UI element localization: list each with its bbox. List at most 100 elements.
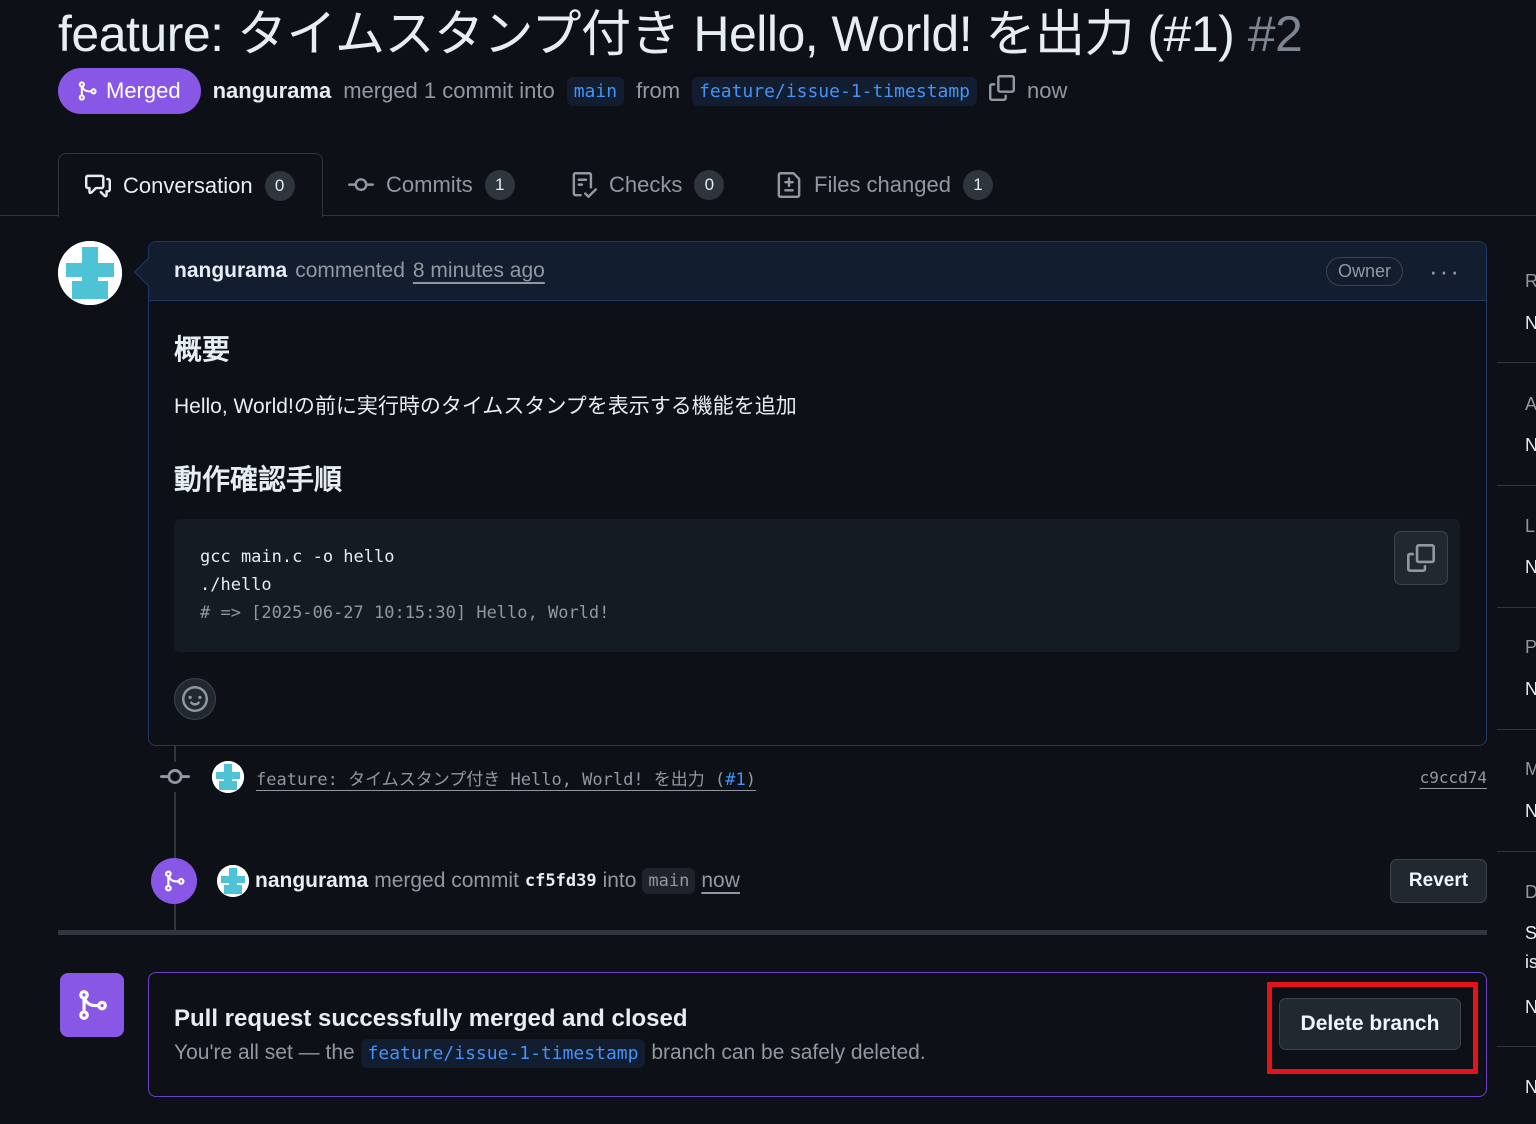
avatar[interactable] bbox=[217, 865, 249, 897]
tab-label: Files changed bbox=[814, 171, 951, 197]
timeline-commit-item: feature: タイムスタンプ付き Hello, World! を出力 (#1… bbox=[160, 757, 1487, 797]
merged-status-icon bbox=[60, 973, 124, 1037]
sidebar-heading-milestone[interactable]: M bbox=[1525, 759, 1536, 780]
merged-state-badge: Merged bbox=[58, 68, 201, 114]
pr-tabs: Conversation 0 Commits 1 Checks 0 Files … bbox=[0, 153, 1536, 217]
merge-branch-link[interactable]: main bbox=[642, 868, 696, 894]
tab-counter: 1 bbox=[484, 169, 515, 200]
sidebar-value: N bbox=[1525, 801, 1536, 821]
sidebar-value: N bbox=[1525, 435, 1536, 455]
timeline-merge-event: nangurama merged commit cf5fd39 into mai… bbox=[151, 857, 1487, 905]
state-label: Merged bbox=[106, 78, 181, 103]
pr-status-row: Merged nangurama merged 1 commit into ma… bbox=[58, 67, 1067, 115]
tab-label: Conversation bbox=[123, 172, 253, 198]
sidebar-heading-assignees[interactable]: A bbox=[1525, 394, 1536, 415]
pr-number: #2 bbox=[1247, 6, 1303, 62]
tab-counter: 1 bbox=[962, 169, 993, 200]
comment-options-button[interactable]: ··· bbox=[1429, 258, 1461, 284]
comment-discussion-icon bbox=[85, 174, 111, 197]
sidebar-value: N bbox=[1525, 997, 1536, 1017]
avatar[interactable] bbox=[212, 761, 244, 793]
tab-label: Commits bbox=[386, 171, 473, 197]
comment-timestamp-link[interactable]: 8 minutes ago bbox=[413, 259, 545, 283]
sidebar-heading-projects[interactable]: P bbox=[1525, 637, 1536, 658]
subtitle-before: You're all set — the bbox=[174, 1041, 355, 1064]
sidebar-divider bbox=[1497, 485, 1536, 486]
sidebar-value: is bbox=[1525, 952, 1536, 972]
file-diff-icon bbox=[777, 171, 801, 198]
sidebar-value: N bbox=[1525, 679, 1536, 699]
base-branch-link[interactable]: main bbox=[566, 76, 625, 106]
tab-label: Checks bbox=[609, 171, 683, 197]
tab-checks[interactable]: Checks 0 bbox=[571, 153, 725, 216]
merge-time-link[interactable]: now bbox=[701, 869, 740, 893]
delete-branch-button[interactable]: Delete branch bbox=[1279, 998, 1461, 1050]
merged-status-box: Pull request successfully merged and clo… bbox=[148, 972, 1487, 1097]
code-line: gcc main.c -o hello bbox=[200, 547, 395, 567]
copy-icon bbox=[989, 75, 1016, 101]
head-branch-link[interactable]: feature/issue-1-timestamp bbox=[360, 1039, 646, 1068]
pr-description-comment: nangurama commented 8 minutes ago Owner … bbox=[133, 241, 1487, 746]
from-text: from bbox=[636, 78, 681, 103]
tab-conversation[interactable]: Conversation 0 bbox=[58, 153, 323, 217]
code-block: gcc main.c -o hello ./hello # => [2025-0… bbox=[174, 519, 1460, 652]
merged-status-subtitle: You're all set — the feature/issue-1-tim… bbox=[174, 1039, 926, 1068]
comment-header: nangurama commented 8 minutes ago Owner … bbox=[149, 242, 1486, 301]
sidebar-divider bbox=[1497, 851, 1536, 852]
merge-icon bbox=[79, 990, 107, 1020]
page-title: feature: タイムスタンプ付き Hello, World! を出力 (#1… bbox=[58, 0, 1303, 66]
commit-sha-link[interactable]: c9ccd74 bbox=[1420, 768, 1487, 787]
owner-badge: Owner bbox=[1326, 256, 1404, 286]
merge-icon bbox=[165, 870, 185, 892]
copy-branch-button[interactable] bbox=[989, 75, 1016, 107]
tab-files-changed[interactable]: Files changed 1 bbox=[776, 153, 993, 216]
code-line: # => [2025-06-27 10:15:30] Hello, World! bbox=[200, 603, 610, 623]
comment-author-link[interactable]: nangurama bbox=[174, 259, 287, 283]
copy-icon bbox=[1407, 544, 1435, 572]
subtitle-after: branch can be safely deleted. bbox=[651, 1041, 926, 1064]
head-branch-link[interactable]: feature/issue-1-timestamp bbox=[692, 76, 978, 106]
sidebar-heading-reviewers[interactable]: R bbox=[1525, 271, 1536, 292]
heading-overview: 概要 bbox=[174, 334, 231, 365]
merge-into-text: into bbox=[602, 869, 637, 892]
tab-counter: 0 bbox=[264, 170, 295, 201]
issue-link[interactable]: #1 bbox=[725, 770, 745, 790]
sidebar-divider bbox=[1497, 729, 1536, 730]
commit-message-link[interactable]: feature: タイムスタンプ付き Hello, World! を出力 (#1… bbox=[256, 765, 756, 790]
revert-button[interactable]: Revert bbox=[1390, 859, 1487, 903]
sidebar-heading-development[interactable]: D bbox=[1525, 882, 1536, 903]
sidebar-value: N bbox=[1525, 313, 1536, 333]
sidebar-divider bbox=[1497, 362, 1536, 363]
smiley-icon bbox=[182, 686, 208, 712]
checklist-icon bbox=[572, 171, 597, 198]
merge-author-link[interactable]: nangurama bbox=[255, 869, 368, 893]
sidebar-value: N bbox=[1525, 1077, 1536, 1097]
tab-counter: 0 bbox=[694, 169, 725, 200]
description-paragraph: Hello, World!の前に実行時のタイムスタンプを表示する機能を追加 bbox=[174, 395, 797, 418]
commit-message-close: ) bbox=[745, 769, 756, 790]
pr-author-link[interactable]: nangurama bbox=[213, 78, 332, 104]
code-line: ./hello bbox=[200, 575, 272, 595]
comment-action: commented bbox=[295, 259, 405, 282]
git-commit-icon bbox=[160, 762, 190, 792]
avatar[interactable] bbox=[58, 241, 122, 305]
git-commit-icon bbox=[348, 177, 374, 191]
add-reaction-button[interactable] bbox=[174, 678, 216, 720]
timeline-divider bbox=[58, 930, 1487, 935]
sidebar-heading-labels[interactable]: L bbox=[1525, 516, 1535, 537]
merge-commit-sha-link[interactable]: cf5fd39 bbox=[525, 871, 597, 891]
sidebar-value: N bbox=[1525, 557, 1536, 577]
tab-commits[interactable]: Commits 1 bbox=[348, 153, 515, 216]
pr-title-text: feature: タイムスタンプ付き Hello, World! を出力 (#1… bbox=[58, 6, 1248, 62]
merge-description: merged 1 commit into bbox=[343, 78, 555, 103]
pr-time: now bbox=[1027, 78, 1068, 103]
sidebar-divider bbox=[1497, 607, 1536, 608]
sidebar-divider bbox=[1497, 1046, 1536, 1047]
identicon-icon bbox=[58, 241, 122, 305]
commit-message-text: feature: タイムスタンプ付き Hello, World! を出力 ( bbox=[256, 769, 726, 790]
merged-status-title: Pull request successfully merged and clo… bbox=[174, 1005, 688, 1032]
identicon-icon bbox=[217, 865, 249, 897]
merge-event-text: merged commit bbox=[374, 869, 519, 892]
copy-code-button[interactable] bbox=[1394, 531, 1448, 585]
sidebar-value: S bbox=[1525, 923, 1536, 943]
